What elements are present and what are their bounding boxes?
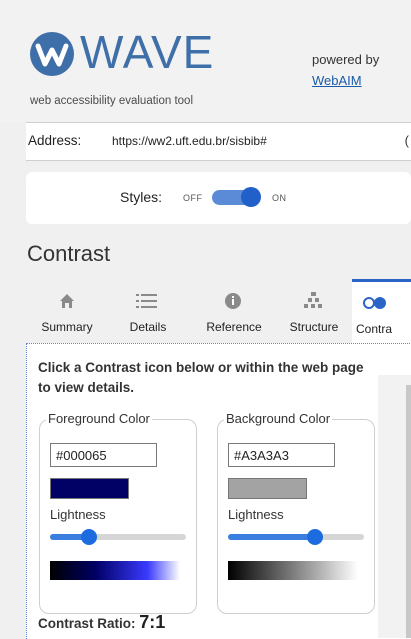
wave-logo-icon xyxy=(30,32,74,76)
tab-contrast-label: Contra xyxy=(356,322,393,336)
foreground-lightness-label: Lightness xyxy=(50,507,106,522)
tab-structure-label: Structure xyxy=(289,320,339,334)
tab-reference[interactable]: Reference xyxy=(190,280,278,342)
contrast-instructions: Click a Contrast icon below or within th… xyxy=(38,360,364,395)
background-legend: Background Color xyxy=(224,411,333,426)
list-icon xyxy=(110,291,186,311)
address-submit-fragment[interactable]: ( xyxy=(405,133,409,148)
foreground-color-input[interactable] xyxy=(50,443,157,467)
wave-logo-text: WAVE xyxy=(80,26,215,78)
panel-tabs: Summary Details Reference Structure Cont… xyxy=(26,279,411,345)
toggle-knob[interactable] xyxy=(241,187,261,207)
contrast-icon xyxy=(352,293,411,313)
panel-title: Contrast xyxy=(27,241,111,266)
tab-details-label: Details xyxy=(129,320,167,334)
styles-label: Styles: xyxy=(120,189,163,205)
contrast-ratio-label: Contrast Ratio: xyxy=(38,616,136,631)
background-swatch xyxy=(228,478,307,499)
foreground-color-group: Foreground Color Lightness xyxy=(39,411,197,614)
address-bar: Address: ( xyxy=(26,122,411,161)
logo-tagline: web accessibility evaluation tool xyxy=(30,95,194,107)
powered-by-text: powered by xyxy=(312,52,380,67)
background-slider-fill xyxy=(228,534,316,540)
background-lightness-gradient xyxy=(228,561,358,580)
tab-reference-label: Reference xyxy=(206,320,262,334)
tab-details[interactable]: Details xyxy=(110,280,186,342)
background-lightness-slider[interactable] xyxy=(228,529,364,545)
home-icon xyxy=(26,291,108,311)
background-color-input[interactable] xyxy=(228,443,335,467)
hierarchy-icon xyxy=(278,291,350,311)
tab-structure[interactable]: Structure xyxy=(278,280,350,342)
contrast-ratio-value: 7:1 xyxy=(139,612,166,632)
background-lightness-label: Lightness xyxy=(228,507,284,522)
webaim-link[interactable]: WebAIM xyxy=(312,73,362,88)
styles-toggle[interactable] xyxy=(212,187,261,207)
background-color-group: Background Color Lightness xyxy=(217,411,375,614)
contrast-ratio: Contrast Ratio: 7:1 xyxy=(38,612,165,633)
foreground-swatch xyxy=(50,478,129,499)
tab-summary-label: Summary xyxy=(41,320,93,334)
address-input[interactable] xyxy=(112,130,411,152)
tab-summary[interactable]: Summary xyxy=(26,280,108,342)
toggle-off-label: OFF xyxy=(183,193,203,203)
foreground-lightness-slider[interactable] xyxy=(50,529,186,545)
background-slider-knob[interactable] xyxy=(307,529,324,545)
foreground-legend: Foreground Color xyxy=(46,411,152,426)
foreground-lightness-gradient xyxy=(50,561,180,580)
wave-header: WAVE web accessibility evaluation tool p… xyxy=(0,0,411,122)
tab-contrast[interactable]: Contra xyxy=(352,279,411,345)
foreground-slider-knob[interactable] xyxy=(81,529,98,545)
panel-scrollbar-thumb[interactable] xyxy=(406,385,411,638)
info-icon xyxy=(190,291,278,311)
styles-toggle-card: Styles: OFF ON xyxy=(26,172,411,224)
address-label: Address: xyxy=(28,133,82,148)
toggle-on-label: ON xyxy=(272,193,287,203)
